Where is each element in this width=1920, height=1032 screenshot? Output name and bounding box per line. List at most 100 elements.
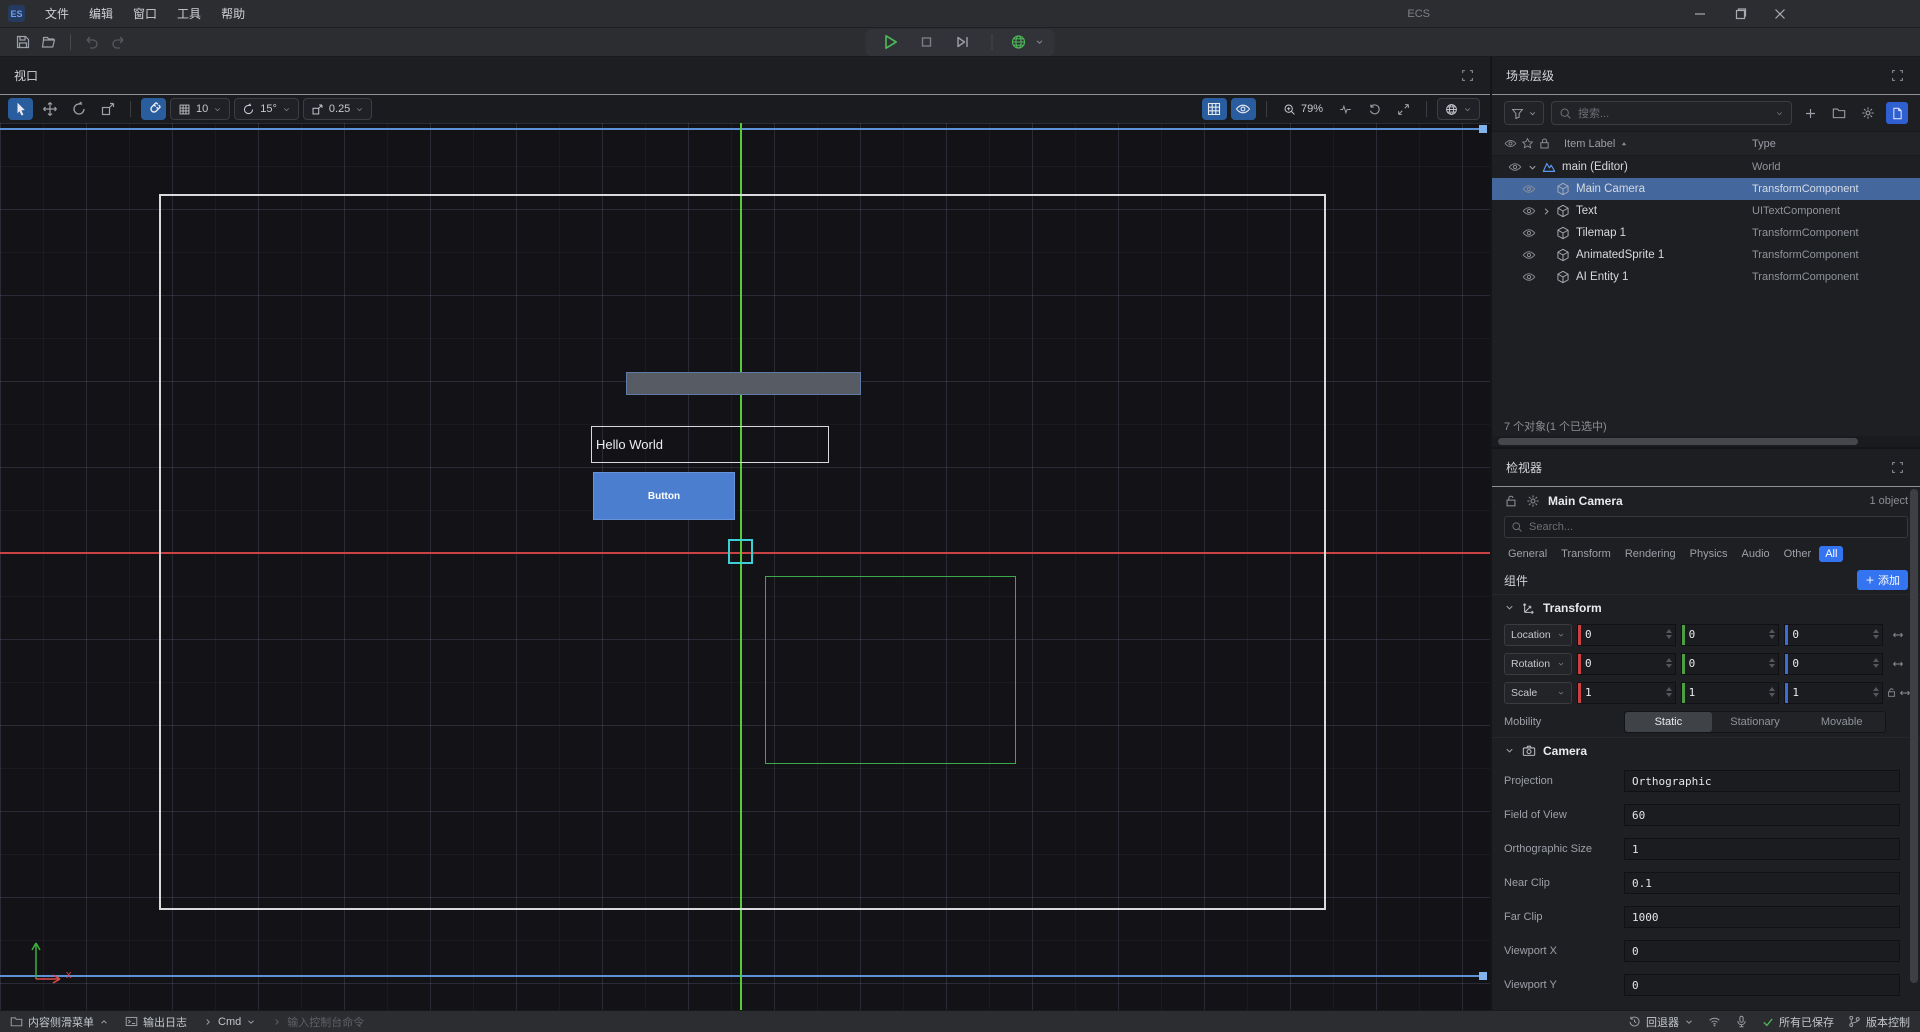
property-value-field[interactable]: 0.1: [1624, 872, 1900, 894]
stats-button[interactable]: [1333, 98, 1358, 120]
link-values-icon[interactable]: [1899, 687, 1911, 699]
ui-text-object[interactable]: Hello World: [591, 426, 829, 463]
inspector-tab[interactable]: Physics: [1684, 546, 1734, 562]
hierarchy-row[interactable]: AI Entity 1 TransformComponent: [1492, 266, 1920, 288]
type-column[interactable]: Type: [1752, 138, 1920, 150]
add-component-button[interactable]: 添加: [1857, 570, 1908, 590]
network-status-icon[interactable]: [1708, 1015, 1721, 1028]
inspector-search-input[interactable]: Search...: [1504, 516, 1908, 538]
link-values-icon[interactable]: [1892, 658, 1904, 670]
visibility-column-icon[interactable]: [1504, 137, 1517, 150]
selection-gizmo-box[interactable]: [728, 539, 753, 564]
app-logo[interactable]: ES: [8, 5, 25, 22]
open-project-button[interactable]: [36, 30, 62, 54]
transform-row-label-dropdown[interactable]: Rotation: [1504, 653, 1572, 675]
stop-button[interactable]: [912, 30, 942, 54]
visibility-eye-icon[interactable]: [1522, 270, 1538, 284]
maximize-button[interactable]: [1720, 0, 1760, 28]
menu-item[interactable]: 帮助: [211, 0, 255, 28]
viewport-expand-icon[interactable]: [1461, 69, 1474, 82]
value-y-input[interactable]: 0: [1681, 653, 1780, 675]
content-drawer-button[interactable]: 内容侧滑菜单: [10, 1014, 109, 1030]
link-values-icon[interactable]: [1892, 629, 1904, 641]
value-x-input[interactable]: 0: [1577, 653, 1676, 675]
guide-line-bottom[interactable]: [0, 975, 1487, 977]
value-y-input[interactable]: 1: [1681, 682, 1780, 704]
active-scene-button[interactable]: [1886, 102, 1908, 124]
mic-icon[interactable]: [1735, 1015, 1748, 1028]
hierarchy-row[interactable]: Tilemap 1 TransformComponent: [1492, 222, 1920, 244]
property-value-field[interactable]: 1: [1624, 838, 1900, 860]
object-settings-icon[interactable]: [1526, 494, 1540, 508]
cmd-dropdown[interactable]: Cmd: [203, 1016, 256, 1028]
select-tool-button[interactable]: [8, 98, 33, 120]
scale-tool-button[interactable]: [95, 98, 120, 120]
guide-handle[interactable]: [1479, 972, 1487, 980]
property-value-field[interactable]: 1000: [1624, 906, 1900, 928]
value-y-input[interactable]: 0: [1681, 624, 1780, 646]
minimize-button[interactable]: [1680, 0, 1720, 28]
inspector-tab[interactable]: Transform: [1555, 546, 1617, 562]
add-entity-button[interactable]: [1799, 102, 1821, 124]
property-value-field[interactable]: 60: [1624, 804, 1900, 826]
save-status[interactable]: 所有已保存: [1762, 1014, 1834, 1030]
expand-chevron-icon[interactable]: [1524, 162, 1540, 173]
hierarchy-hscrollbar[interactable]: [1492, 436, 1920, 447]
item-label-column[interactable]: Item Label: [1564, 138, 1752, 150]
property-value-field[interactable]: 0: [1624, 974, 1900, 996]
mobility-option[interactable]: Movable: [1798, 712, 1885, 732]
visibility-eye-icon[interactable]: [1522, 248, 1538, 262]
transform-section-header[interactable]: Transform: [1492, 594, 1920, 620]
menu-item[interactable]: 文件: [35, 0, 79, 28]
hierarchy-expand-icon[interactable]: [1891, 69, 1904, 82]
rotation-snap-dropdown[interactable]: 15°: [234, 98, 299, 120]
favorite-column-icon[interactable]: [1521, 137, 1534, 150]
object-lock-icon[interactable]: [1504, 494, 1518, 508]
grid-toggle-button[interactable]: [1202, 98, 1227, 120]
value-x-input[interactable]: 0: [1577, 624, 1676, 646]
rotate-tool-button[interactable]: [66, 98, 91, 120]
visibility-eye-icon[interactable]: [1522, 182, 1538, 196]
redo-button[interactable]: [105, 30, 131, 54]
inspector-scrollbar[interactable]: [1910, 489, 1918, 1004]
expand-chevron-icon[interactable]: [1538, 206, 1554, 217]
zoom-level[interactable]: 79%: [1277, 103, 1329, 116]
scale-snap-dropdown[interactable]: 0.25: [303, 98, 372, 120]
visibility-eye-icon[interactable]: [1522, 226, 1538, 240]
hierarchy-row[interactable]: AnimatedSprite 1 TransformComponent: [1492, 244, 1920, 266]
guide-handle[interactable]: [1479, 125, 1487, 133]
play-button[interactable]: [876, 30, 906, 54]
save-button[interactable]: [10, 30, 36, 54]
undo-button[interactable]: [79, 30, 105, 54]
camera-section-header[interactable]: Camera: [1492, 737, 1920, 763]
menu-item[interactable]: 工具: [167, 0, 211, 28]
hierarchy-row[interactable]: Main Camera TransformComponent: [1492, 178, 1920, 200]
ui-panel-bar[interactable]: [626, 372, 861, 395]
value-z-input[interactable]: 1: [1784, 682, 1883, 704]
hierarchy-settings-button[interactable]: [1857, 102, 1879, 124]
guide-line-top[interactable]: [0, 128, 1487, 130]
value-x-input[interactable]: 1: [1577, 682, 1676, 704]
transform-row-label-dropdown[interactable]: Scale: [1504, 682, 1572, 704]
ui-button-object[interactable]: Button: [593, 472, 735, 520]
output-log-button[interactable]: 输出日志: [125, 1014, 187, 1030]
inspector-tab[interactable]: Audio: [1736, 546, 1776, 562]
move-tool-button[interactable]: [37, 98, 62, 120]
inspector-tab[interactable]: Other: [1778, 546, 1818, 562]
visibility-eye-icon[interactable]: [1522, 204, 1538, 218]
inspector-tab[interactable]: All: [1819, 546, 1843, 562]
snap-toggle-button[interactable]: [141, 98, 166, 120]
inspector-tab[interactable]: General: [1502, 546, 1553, 562]
lock-column-icon[interactable]: [1538, 137, 1551, 150]
rollback-dropdown[interactable]: 回退器: [1628, 1014, 1694, 1030]
property-value-field[interactable]: Orthographic: [1624, 770, 1900, 792]
value-z-input[interactable]: 0: [1784, 624, 1883, 646]
scale-lock-icon[interactable]: [1886, 687, 1897, 699]
value-z-input[interactable]: 0: [1784, 653, 1883, 675]
hierarchy-search-input[interactable]: 搜索...: [1551, 101, 1792, 125]
close-button[interactable]: [1760, 0, 1800, 28]
grid-snap-dropdown[interactable]: 10: [170, 98, 230, 120]
new-folder-button[interactable]: [1828, 102, 1850, 124]
inspector-tab[interactable]: Rendering: [1619, 546, 1682, 562]
menu-item[interactable]: 窗口: [123, 0, 167, 28]
